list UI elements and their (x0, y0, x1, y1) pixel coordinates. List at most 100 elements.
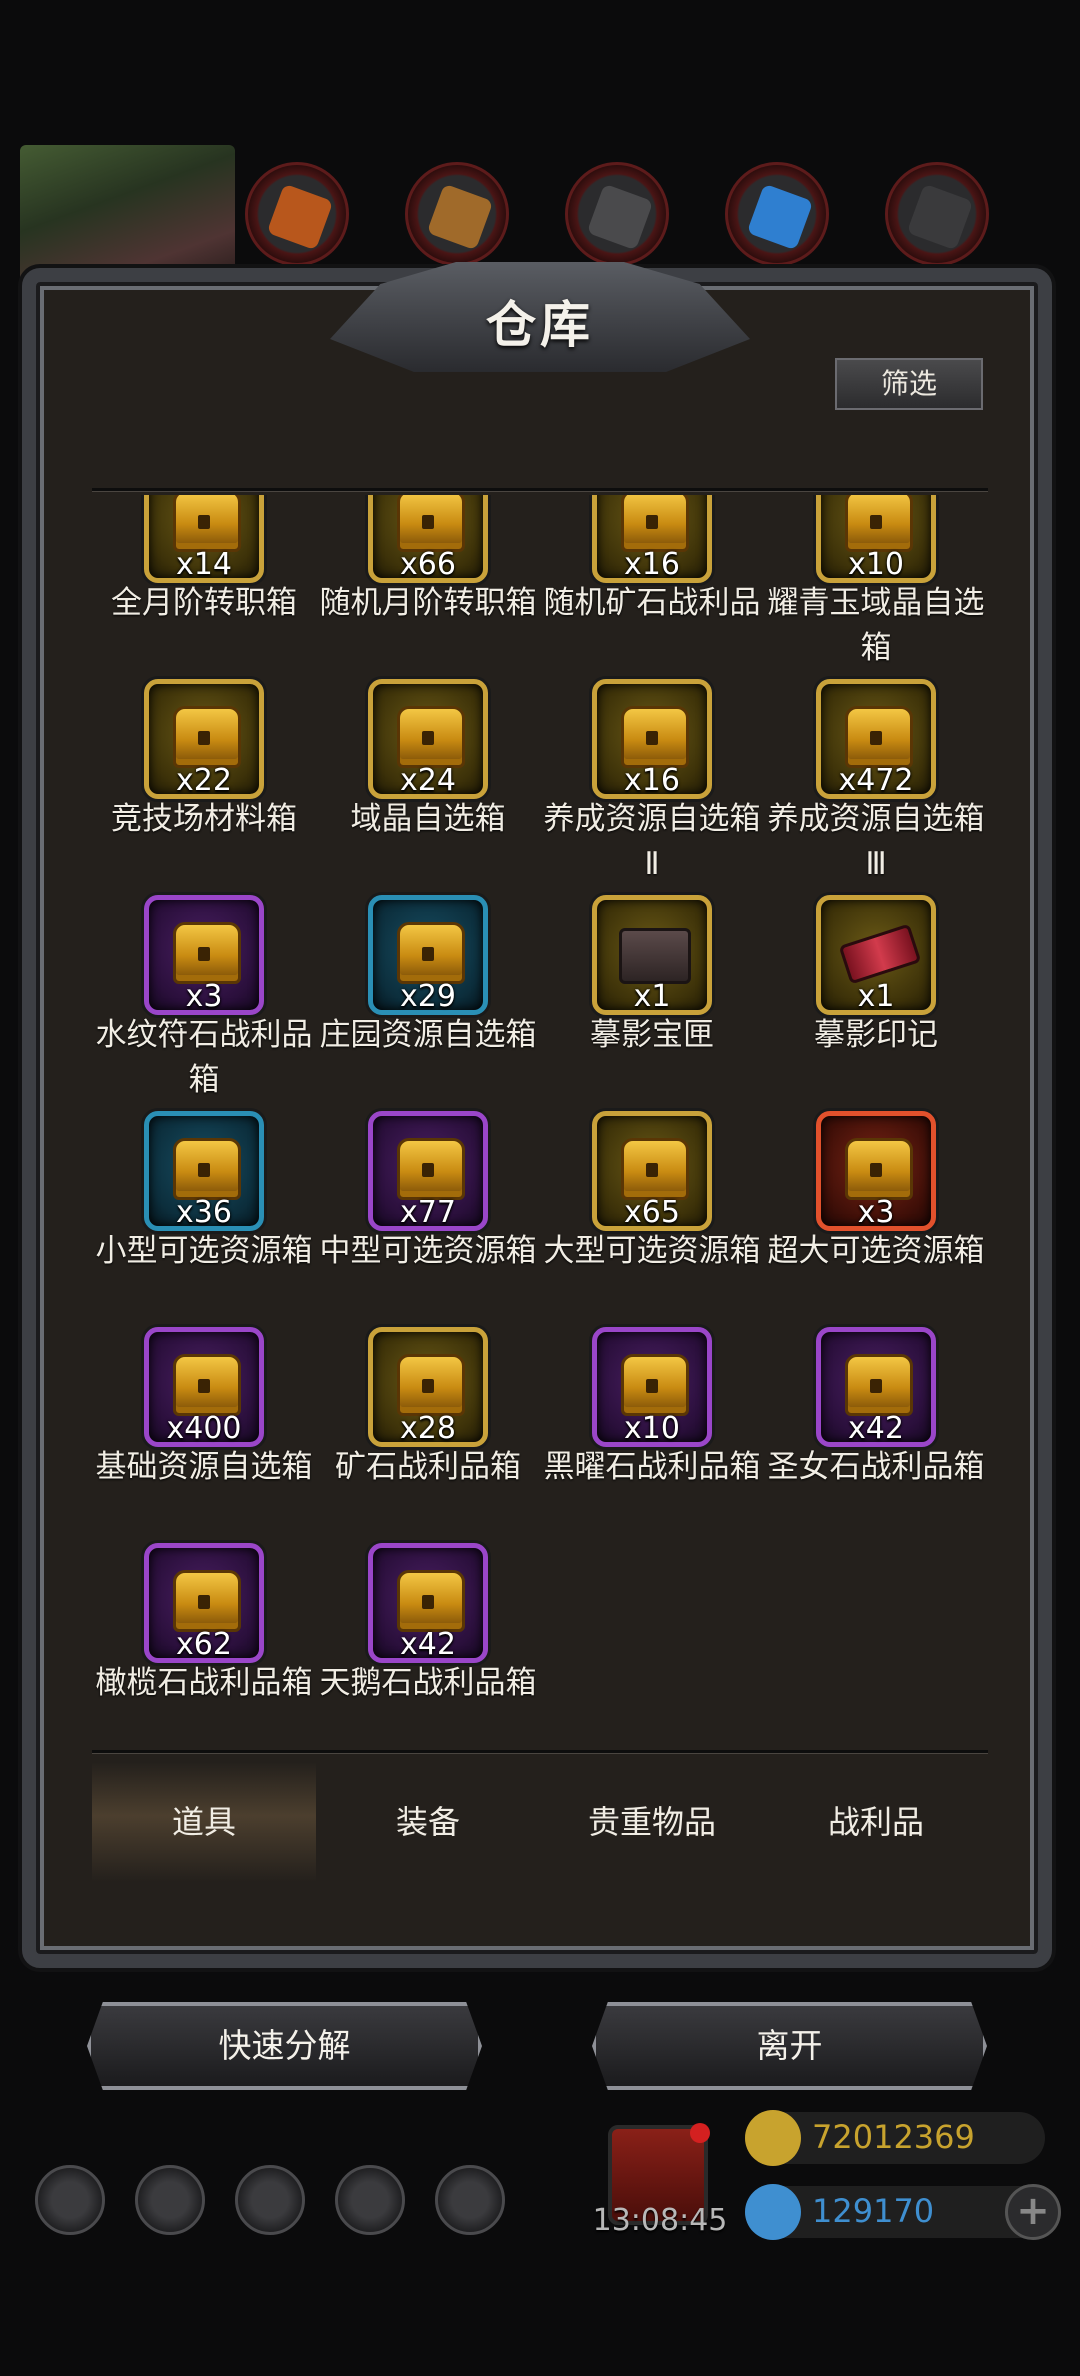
item-name: 养成资源自选箱Ⅲ (767, 801, 985, 882)
item-icon: x29 (368, 895, 488, 1015)
item-grid[interactable]: x14 全月阶转职箱 x66 随机月阶转职箱 x16 随机矿石战利品 x10 耀青玉域晶自选箱… (92, 495, 988, 1750)
inventory-item[interactable]: x10 耀青玉域晶自选箱 (764, 495, 988, 671)
grid-divider-top (92, 488, 988, 491)
inventory-item[interactable]: x22 竞技场材料箱 (92, 679, 316, 842)
grid-divider-bottom (92, 1750, 988, 1753)
gem-amount: 129170 (812, 2192, 935, 2230)
inventory-item[interactable]: x36 小型可选资源箱 (92, 1111, 316, 1274)
item-quantity: x22 (176, 763, 232, 798)
inventory-item[interactable]: x42 天鹅石战利品箱 (316, 1543, 540, 1706)
seal-icon (838, 923, 922, 985)
item-quantity: x14 (176, 547, 232, 582)
tab-props[interactable]: 道具 (92, 1762, 316, 1882)
inventory-item[interactable]: x65 大型可选资源箱 (540, 1111, 764, 1274)
item-quantity: x16 (624, 547, 680, 582)
player-avatar[interactable] (20, 145, 235, 285)
add-currency-button[interactable]: + (1005, 2184, 1061, 2240)
crystal-resource-icon[interactable] (725, 162, 829, 266)
inventory-item[interactable]: x16 养成资源自选箱Ⅱ (540, 679, 764, 887)
treasure-chest-icon (397, 495, 465, 552)
treasure-chest-icon (397, 706, 465, 768)
quick-decompose-button[interactable]: 快速分解 (87, 2002, 482, 2090)
inventory-item[interactable]: x16 随机矿石战利品 (540, 495, 764, 626)
item-icon: x16 (592, 495, 712, 583)
inventory-item[interactable]: x28 矿石战利品箱 (316, 1327, 540, 1490)
inventory-item[interactable]: x1 摹影宝匣 (540, 895, 764, 1058)
wood-resource-icon[interactable] (405, 162, 509, 266)
item-name: 养成资源自选箱Ⅱ (543, 801, 761, 882)
inventory-item[interactable]: x24 域晶自选箱 (316, 679, 540, 842)
shop-icon[interactable] (435, 2165, 505, 2235)
inventory-item[interactable]: x3 超大可选资源箱 (764, 1111, 988, 1274)
treasure-chest-icon (621, 706, 689, 768)
gold-coin-icon (745, 2110, 801, 2166)
item-name: 天鹅石战利品箱 (319, 1665, 537, 1701)
mail-icon[interactable] (335, 2165, 405, 2235)
settings-icon[interactable] (35, 2165, 105, 2235)
tab-loot[interactable]: 战利品 (764, 1762, 988, 1882)
item-name: 水纹符石战利品箱 (95, 1017, 313, 1098)
inventory-item[interactable]: x62 橄榄石战利品箱 (92, 1543, 316, 1706)
treasure-chest-icon (845, 706, 913, 768)
inventory-item[interactable]: x42 圣女石战利品箱 (764, 1327, 988, 1490)
item-name: 超大可选资源箱 (767, 1233, 985, 1269)
item-name: 摹影印记 (814, 1017, 938, 1053)
item-name: 摹影宝匣 (590, 1017, 714, 1053)
item-icon: x42 (816, 1327, 936, 1447)
item-icon: x22 (144, 679, 264, 799)
item-name: 全月阶转职箱 (111, 585, 297, 621)
treasure-chest-icon (173, 706, 241, 768)
item-icon: x28 (368, 1327, 488, 1447)
inventory-item[interactable]: x29 庄园资源自选箱 (316, 895, 540, 1058)
item-quantity: x77 (400, 1195, 456, 1230)
tab-valuables[interactable]: 贵重物品 (540, 1762, 764, 1882)
item-icon: x16 (592, 679, 712, 799)
item-name: 随机矿石战利品 (543, 585, 761, 621)
item-quantity: x400 (166, 1411, 242, 1446)
gold-amount: 72012369 (812, 2118, 975, 2156)
item-icon: x24 (368, 679, 488, 799)
tab-equipment[interactable]: 装备 (316, 1762, 540, 1882)
item-icon: x65 (592, 1111, 712, 1231)
inventory-item[interactable]: x14 全月阶转职箱 (92, 495, 316, 626)
item-name: 小型可选资源箱 (95, 1233, 313, 1269)
map-icon[interactable] (235, 2165, 305, 2235)
leave-button[interactable]: 离开 (592, 2002, 987, 2090)
item-quantity: x62 (176, 1627, 232, 1662)
item-name: 黑曜石战利品箱 (543, 1449, 761, 1485)
item-quantity: x66 (400, 547, 456, 582)
inventory-item[interactable]: x66 随机月阶转职箱 (316, 495, 540, 626)
treasure-chest-icon (173, 1354, 241, 1416)
treasure-chest-icon (845, 495, 913, 552)
item-icon: x77 (368, 1111, 488, 1231)
inventory-item[interactable]: x1 摹影印记 (764, 895, 988, 1058)
item-name: 基础资源自选箱 (95, 1449, 313, 1485)
item-name: 庄园资源自选箱 (319, 1017, 537, 1053)
inventory-item[interactable]: x10 黑曜石战利品箱 (540, 1327, 764, 1490)
ore-resource-icon[interactable] (245, 162, 349, 266)
item-quantity: x472 (838, 763, 914, 798)
item-quantity: x65 (624, 1195, 680, 1230)
treasure-chest-icon (621, 1138, 689, 1200)
iron-resource-icon[interactable] (565, 162, 669, 266)
item-icon: x400 (144, 1327, 264, 1447)
filter-button[interactable]: 筛选 (835, 358, 983, 410)
star-icon[interactable] (135, 2165, 205, 2235)
item-name: 耀青玉域晶自选箱 (767, 585, 985, 666)
inventory-item[interactable]: x472 养成资源自选箱Ⅲ (764, 679, 988, 887)
item-icon: x472 (816, 679, 936, 799)
treasure-chest-icon (397, 922, 465, 984)
item-name: 竞技场材料箱 (111, 801, 297, 837)
inventory-item[interactable]: x3 水纹符石战利品箱 (92, 895, 316, 1103)
inventory-item[interactable]: x400 基础资源自选箱 (92, 1327, 316, 1490)
item-icon: x3 (144, 895, 264, 1015)
item-name: 矿石战利品箱 (335, 1449, 521, 1485)
item-quantity: x42 (848, 1411, 904, 1446)
item-quantity: x3 (185, 979, 223, 1014)
window-title: 仓库 (486, 295, 594, 354)
stone-resource-icon[interactable] (885, 162, 989, 266)
item-icon: x3 (816, 1111, 936, 1231)
inventory-item[interactable]: x77 中型可选资源箱 (316, 1111, 540, 1274)
treasure-chest-icon (845, 1354, 913, 1416)
item-icon: x1 (592, 895, 712, 1015)
